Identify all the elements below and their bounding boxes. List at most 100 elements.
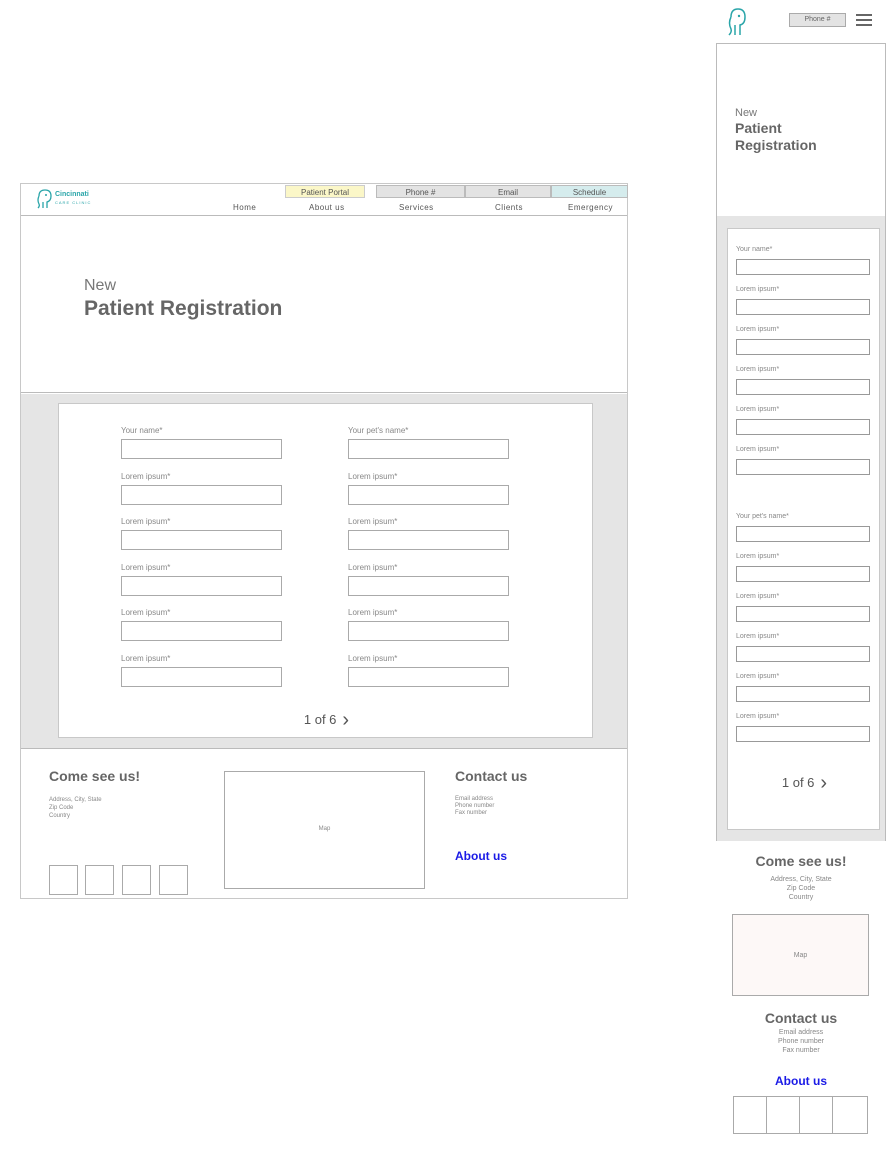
form-field: Lorem ipsum* (121, 654, 283, 694)
text-input[interactable] (736, 686, 870, 702)
text-input[interactable] (736, 419, 870, 435)
contact-us-heading: Contact us (764, 1010, 838, 1026)
map-label: Map (793, 952, 808, 959)
form-field: Lorem ipsum* (348, 563, 510, 603)
elephant-logo-icon[interactable] (726, 6, 748, 38)
social-icon[interactable] (833, 1097, 866, 1133)
form-field: Lorem ipsum* (121, 608, 283, 648)
fax-line: Fax number (455, 810, 488, 816)
hamburger-menu-icon[interactable] (856, 14, 872, 26)
field-label: Lorem ipsum* (121, 563, 171, 572)
text-input[interactable] (348, 621, 509, 641)
social-icons (733, 1096, 868, 1134)
text-input[interactable] (736, 726, 870, 742)
footer: Come see us! Address, City, State Zip Co… (21, 750, 627, 898)
pet-name-input[interactable] (348, 439, 509, 459)
field-label: Lorem ipsum* (348, 517, 398, 526)
social-icon[interactable] (159, 865, 188, 895)
patient-portal-button[interactable]: Patient Portal (285, 185, 365, 198)
form-field: Lorem ipsum* (736, 633, 871, 667)
text-input[interactable] (736, 339, 870, 355)
form-field: Lorem ipsum* (736, 446, 871, 480)
field-label: Your pet's name* (736, 513, 789, 520)
field-label: Your name* (121, 426, 163, 435)
logo-name: Cincinnati (55, 191, 89, 198)
social-icon[interactable] (734, 1097, 767, 1133)
text-input[interactable] (736, 646, 870, 662)
address-block: Address, City, State Zip Code Country (49, 796, 102, 820)
text-input[interactable] (348, 576, 509, 596)
elephant-logo-icon (37, 189, 52, 209)
text-input[interactable] (121, 576, 282, 596)
mobile-header: Phone # (716, 0, 886, 44)
social-icon[interactable] (122, 865, 151, 895)
map-label: Map (318, 826, 331, 832)
chevron-right-icon[interactable]: › (342, 710, 349, 730)
desktop-mockup: Cincinnati CARE CLINIC Patient Portal Ph… (20, 183, 628, 899)
nav-home[interactable]: Home (233, 203, 256, 212)
form-field: Lorem ipsum* (736, 326, 871, 360)
chevron-right-icon[interactable]: › (820, 773, 827, 793)
come-see-us-heading: Come see us! (755, 853, 847, 869)
field-label: Lorem ipsum* (348, 472, 398, 481)
text-input[interactable] (121, 485, 282, 505)
field-label: Lorem ipsum* (736, 406, 780, 413)
nav-clients[interactable]: Clients (495, 203, 523, 212)
form-field: Your name* (121, 426, 283, 466)
social-icon[interactable] (85, 865, 114, 895)
form-field: Lorem ipsum* (736, 406, 871, 440)
phone-button[interactable]: Phone # (789, 13, 846, 27)
hero-section: New Patient Registration (716, 44, 886, 216)
form-field: Lorem ipsum* (348, 608, 510, 648)
text-input[interactable] (121, 621, 282, 641)
text-input[interactable] (736, 566, 870, 582)
form-field: Lorem ipsum* (348, 472, 510, 512)
your-name-input[interactable] (736, 259, 870, 275)
text-input[interactable] (736, 606, 870, 622)
email-button[interactable]: Email (465, 185, 551, 198)
field-label: Lorem ipsum* (121, 472, 171, 481)
field-label: Lorem ipsum* (736, 286, 780, 293)
your-name-input[interactable] (121, 439, 282, 459)
address-block: Address, City, State Zip Code Country (716, 875, 886, 902)
field-label: Lorem ipsum* (736, 713, 780, 720)
text-input[interactable] (121, 667, 282, 687)
field-label: Lorem ipsum* (121, 608, 171, 617)
nav-about-us[interactable]: About us (309, 203, 345, 212)
contact-us-heading: Contact us (455, 768, 528, 784)
text-input[interactable] (736, 379, 870, 395)
text-input[interactable] (736, 459, 870, 475)
text-input[interactable] (348, 667, 509, 687)
text-input[interactable] (348, 485, 509, 505)
about-us-link[interactable]: About us (716, 1074, 886, 1088)
phone-line: Phone number (778, 1038, 824, 1045)
pet-name-input[interactable] (736, 526, 870, 542)
social-icon[interactable] (800, 1097, 833, 1133)
logo[interactable]: Cincinnati CARE CLINIC (35, 188, 125, 214)
map[interactable]: Map (732, 914, 869, 996)
page-indicator: 1 of 6 (303, 712, 337, 727)
fax-line: Fax number (782, 1047, 820, 1054)
nav-emergency[interactable]: Emergency (568, 203, 613, 212)
form-field: Lorem ipsum* (348, 517, 510, 557)
map[interactable]: Map (224, 771, 425, 889)
hero-kicker: New (735, 107, 758, 119)
text-input[interactable] (121, 530, 282, 550)
registration-form: Your name* Lorem ipsum* Lorem ipsum* Lor… (727, 228, 880, 830)
come-see-us-heading: Come see us! (49, 768, 141, 784)
zip-line: Zip Code (49, 805, 74, 811)
phone-button[interactable]: Phone # (376, 185, 465, 198)
logo-subtitle: CARE CLINIC (55, 200, 92, 205)
field-label: Lorem ipsum* (121, 517, 171, 526)
nav-services[interactable]: Services (399, 203, 434, 212)
social-icon[interactable] (49, 865, 78, 895)
hero-kicker: New (84, 277, 117, 294)
social-icon[interactable] (767, 1097, 800, 1133)
pagination: 1 of 6 › (728, 773, 881, 793)
schedule-button[interactable]: Schedule (551, 185, 628, 198)
text-input[interactable] (736, 299, 870, 315)
about-us-link[interactable]: About us (455, 849, 507, 863)
form-field: Lorem ipsum* (736, 553, 871, 587)
text-input[interactable] (348, 530, 509, 550)
registration-form: Your name* Lorem ipsum* Lorem ipsum* Lor… (58, 403, 593, 738)
